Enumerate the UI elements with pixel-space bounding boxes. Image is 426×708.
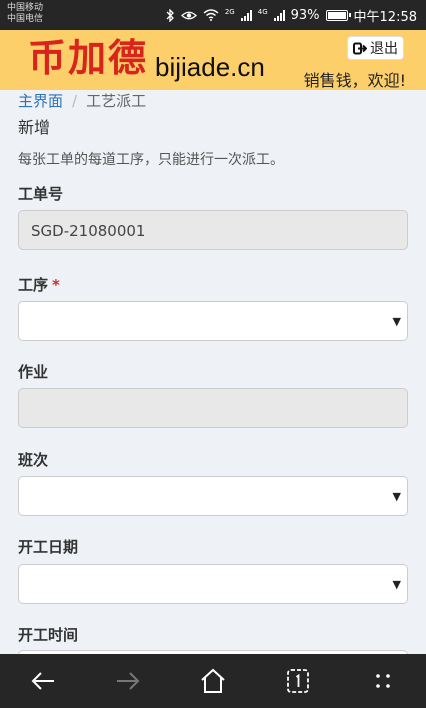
order-no-input[interactable]: SGD-21080001: [18, 210, 408, 250]
menu-icon[interactable]: [368, 666, 398, 696]
app-header: 币加德 bijiade.cn 退出 销售钱，欢迎!: [0, 30, 426, 90]
shift-select[interactable]: ▼: [18, 476, 408, 516]
signal-icon-1: [240, 9, 252, 21]
tabs-icon[interactable]: [283, 666, 313, 696]
welcome-text: 销售钱，欢迎!: [303, 71, 406, 90]
job-input[interactable]: [18, 388, 408, 428]
bluetooth-icon: [166, 8, 174, 22]
job-label: 作业: [18, 363, 49, 381]
logout-label: 退出: [370, 41, 398, 57]
chevron-down-icon: ▼: [392, 315, 401, 328]
status-bar: 中国移动 中国电信 2G 4G 93% 中午12:58: [0, 0, 426, 30]
battery-fill: [327, 11, 347, 19]
clock: 中午12:58: [353, 9, 417, 25]
required-mark: *: [52, 276, 60, 294]
chevron-down-icon: ▼: [392, 490, 401, 503]
start-date-select[interactable]: ▼: [18, 564, 408, 604]
order-no-value: SGD-21080001: [31, 222, 146, 240]
chevron-down-icon: ▼: [392, 578, 401, 591]
breadcrumb: 主界面 / 工艺派工: [18, 92, 146, 110]
process-label: 工序: [18, 276, 49, 294]
breadcrumb-separator: /: [72, 92, 78, 110]
breadcrumb-current: 工艺派工: [86, 92, 147, 110]
carrier-info: 中国移动 中国电信: [7, 3, 43, 25]
home-icon[interactable]: [198, 666, 228, 696]
logo-text-cn: 币加德: [28, 35, 149, 80]
wifi-icon: [203, 9, 219, 21]
main-content: 主界面 / 工艺派工 新增 每张工单的每道工序，只能进行一次派工。 工单号 SGD-…: [0, 90, 426, 654]
breadcrumb-home-link[interactable]: 主界面: [18, 92, 63, 110]
page-title: 新增: [18, 118, 51, 137]
logout-icon: [353, 42, 367, 54]
battery-icon: [325, 9, 351, 21]
network-4g-label: 4G: [257, 8, 268, 16]
start-date-label: 开工日期: [18, 538, 79, 556]
signal-icon-2: [273, 9, 285, 21]
eye-icon: [180, 11, 197, 19]
start-time-label: 开工时间: [18, 626, 79, 644]
arrow-right-icon[interactable]: [113, 666, 143, 696]
battery-percent: 93%: [290, 7, 320, 23]
arrow-left-icon[interactable]: [28, 666, 58, 696]
form-hint: 每张工单的每道工序，只能进行一次派工。: [18, 152, 284, 168]
process-label-row: 工序 *: [18, 274, 60, 295]
status-icons: 2G 4G 93% 中午12:58: [165, 0, 417, 30]
logout-button[interactable]: 退出: [347, 36, 404, 60]
carrier-1: 中国移动: [7, 3, 44, 13]
carrier-2: 中国电信: [7, 14, 44, 24]
shift-label: 班次: [18, 451, 49, 469]
network-2g-label: 2G: [224, 8, 235, 16]
order-no-label: 工单号: [18, 185, 64, 203]
browser-nav-bar: [0, 654, 426, 708]
logo-text-en: bijiade.cn: [155, 52, 265, 82]
process-select[interactable]: ▼: [18, 301, 408, 341]
